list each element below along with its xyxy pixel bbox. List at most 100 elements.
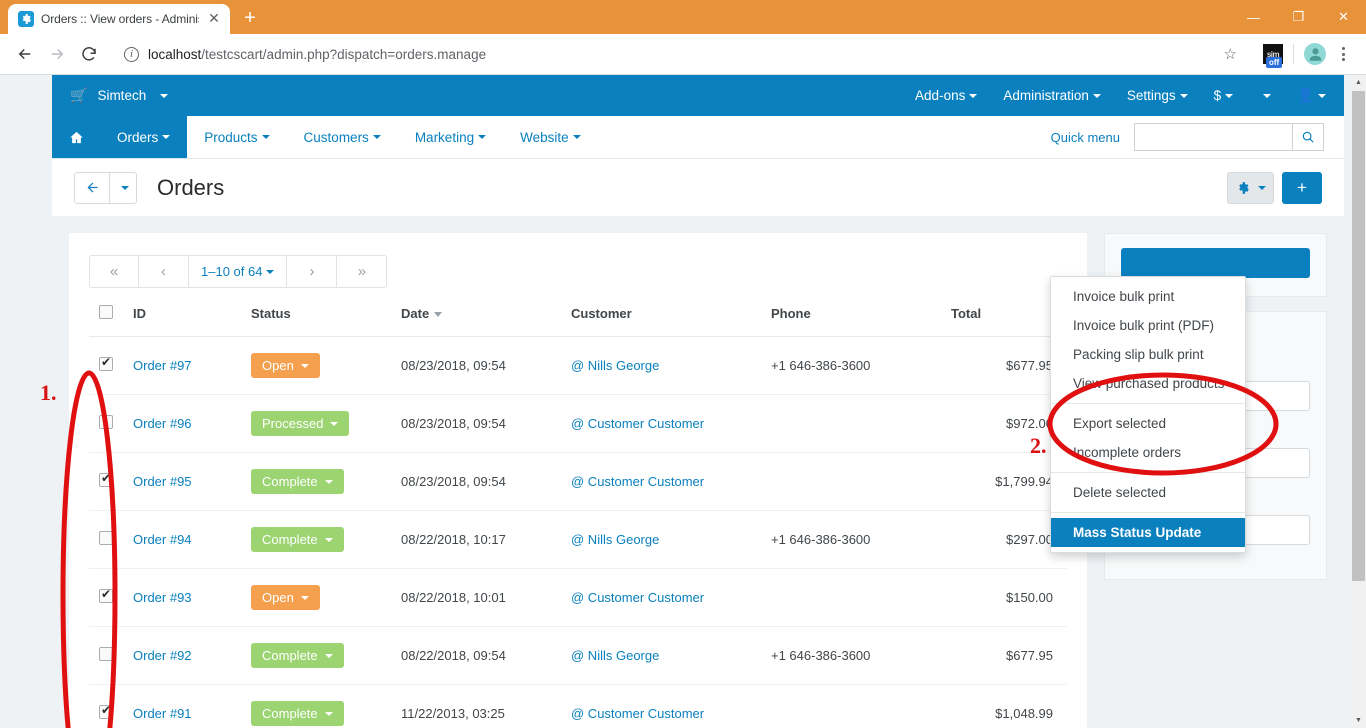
row-checkbox[interactable] [99,587,113,603]
store-switcher[interactable]: 🛒 Simtech [70,87,169,104]
browser-menu-icon[interactable] [1330,41,1356,67]
window-close-button[interactable]: ✕ [1321,0,1366,34]
dropdown-item[interactable]: Packing slip bulk print [1051,340,1245,369]
dropdown-item[interactable]: Mass Status Update [1051,518,1245,547]
top-menu-user[interactable]: 👤 [1297,88,1326,104]
add-order-button[interactable]: + [1282,171,1322,204]
row-checkbox[interactable] [99,531,113,545]
top-menu-addons[interactable]: Add-ons [915,88,978,103]
dropdown-item[interactable]: Delete selected [1051,478,1245,507]
window-maximize-button[interactable]: ❐ [1276,0,1321,34]
status-badge[interactable]: Processed [251,411,350,436]
status-badge[interactable]: Complete [251,469,344,494]
status-badge[interactable]: Complete [251,643,344,668]
browser-tab[interactable]: Orders :: View orders - Administr ✕ [8,4,230,34]
customer-link[interactable]: @ Nills George [571,358,659,373]
order-link[interactable]: Order #94 [133,532,192,547]
order-link[interactable]: Order #92 [133,648,192,663]
site-info-icon[interactable]: i [124,46,139,62]
pagination: « ‹ 1–10 of 64 › » [89,255,1067,288]
order-link[interactable]: Order #91 [133,706,192,721]
window-minimize-button[interactable]: — [1231,0,1276,34]
row-checkbox[interactable] [99,647,113,661]
status-badge[interactable]: Open [251,353,320,378]
quick-menu-link[interactable]: Quick menu [1051,130,1120,145]
reload-icon[interactable] [74,39,104,69]
row-checkbox[interactable] [99,415,113,429]
nav-home-button[interactable] [52,116,100,158]
pagination-next[interactable]: › [287,255,338,288]
top-menu-settings[interactable]: Settings [1127,88,1188,103]
header-total[interactable]: Total [943,305,1067,337]
bookmark-star-icon[interactable]: ☆ [1224,45,1237,63]
dropdown-item[interactable]: View purchased products [1051,369,1245,398]
orders-panel: « ‹ 1–10 of 64 › » ID Status Date Custom… [69,233,1087,728]
nav-item-orders[interactable]: Orders [100,116,188,158]
nav-item-products[interactable]: Products [187,116,286,158]
profile-avatar-icon[interactable] [1304,43,1326,65]
page-scrollbar[interactable]: ▲ ▼ [1351,75,1366,728]
top-menu-currency[interactable] [1259,88,1272,103]
customer-link[interactable]: @ Customer Customer [571,416,704,431]
status-badge[interactable]: Open [251,585,320,610]
scroll-down-icon[interactable]: ▼ [1351,713,1366,728]
status-badge[interactable]: Complete [251,527,344,552]
top-menu-administration[interactable]: Administration [1003,88,1101,103]
order-link[interactable]: Order #95 [133,474,192,489]
customer-link[interactable]: @ Customer Customer [571,706,704,721]
tools-gear-button[interactable] [1227,171,1274,204]
row-total-cell: $677.95 [943,336,1067,395]
back-button[interactable] [74,171,110,204]
nav-item-marketing[interactable]: Marketing [398,116,503,158]
bulk-actions-dropdown[interactable]: Invoice bulk print Invoice bulk print (PD… [1050,276,1246,553]
scrollbar-thumb[interactable] [1352,91,1365,581]
page-title-bar: Orders + [52,159,1344,216]
header-id[interactable]: ID [125,305,243,337]
forward-navigation-icon[interactable] [42,39,72,69]
scroll-up-icon[interactable]: ▲ [1351,75,1366,90]
header-date[interactable]: Date [393,305,563,337]
dropdown-item[interactable]: Invoice bulk print (PDF) [1051,311,1245,340]
customer-link[interactable]: @ Nills George [571,648,659,663]
pagination-last[interactable]: » [337,255,388,288]
pagination-prev[interactable]: ‹ [139,255,189,288]
back-dropdown-button[interactable] [110,171,137,204]
extension-icon[interactable]: sim off [1263,44,1283,68]
nav-item-website[interactable]: Website [503,116,598,158]
row-customer-cell: @ Nills George [563,336,763,395]
order-link[interactable]: Order #97 [133,358,192,373]
customer-link[interactable]: @ Customer Customer [571,474,704,489]
order-link[interactable]: Order #93 [133,590,192,605]
select-all-checkbox[interactable] [99,305,113,319]
top-menu-design[interactable]: $ [1214,88,1234,103]
row-id-cell: Order #95 [125,452,243,511]
header-customer[interactable]: Customer [563,305,763,337]
table-row: Order #95 Complete 08/23/2018, 09:54 @ Cust… [89,452,1067,511]
new-tab-button[interactable]: + [236,5,264,33]
header-phone[interactable]: Phone [763,305,943,337]
row-checkbox[interactable] [99,355,113,371]
row-checkbox[interactable] [99,471,113,487]
global-search-input[interactable] [1134,123,1292,151]
dropdown-item[interactable]: Invoice bulk print [1051,282,1245,311]
dropdown-separator [1051,472,1245,473]
dropdown-item[interactable]: Incomplete orders [1051,438,1245,467]
pagination-first[interactable]: « [89,255,139,288]
order-link[interactable]: Order #96 [133,416,192,431]
tab-close-icon[interactable]: ✕ [206,11,222,27]
pagination-range[interactable]: 1–10 of 64 [189,255,288,288]
dropdown-item[interactable]: Export selected [1051,409,1245,438]
global-search-button[interactable] [1292,123,1324,151]
status-badge[interactable]: Complete [251,701,344,726]
address-bar[interactable]: i localhost/testcscart/admin.php?dispatc… [114,40,1247,68]
customer-link[interactable]: @ Customer Customer [571,590,704,605]
extension-badge: off [1266,57,1283,68]
header-status[interactable]: Status [243,305,393,337]
table-header-row: ID Status Date Customer Phone Total [89,305,1067,337]
row-checkbox[interactable] [99,703,113,719]
nav-item-customers[interactable]: Customers [287,116,398,158]
back-navigation-icon[interactable] [10,39,40,69]
sidebar-action-button[interactable] [1121,248,1310,278]
chevron-down-icon [324,653,333,658]
customer-link[interactable]: @ Nills George [571,532,659,547]
